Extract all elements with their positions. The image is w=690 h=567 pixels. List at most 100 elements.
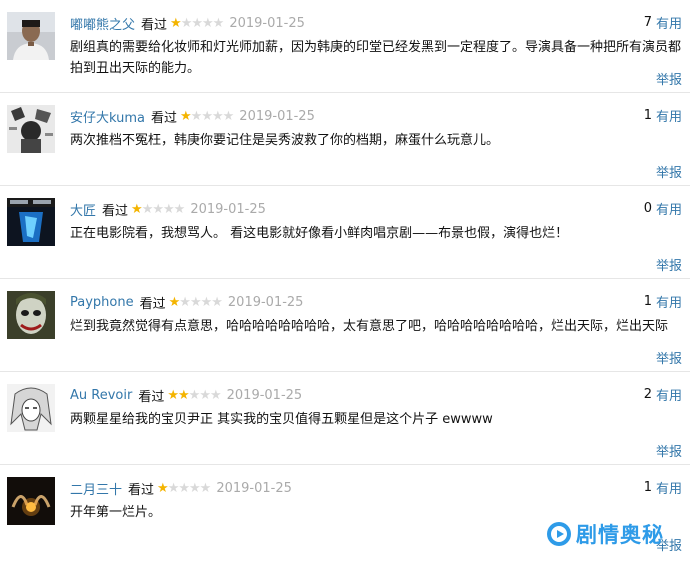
avatar[interactable] [7, 384, 55, 432]
avatar[interactable] [7, 12, 55, 60]
review-list: 嘟嘟熊之父 看过 ★ ★ ★ ★ ★ 2019-01-25 7 有用 剧组真的需… [0, 0, 690, 558]
star-filled-icon: ★ [157, 480, 169, 496]
star-empty-icon: ★ [199, 480, 212, 496]
user-link[interactable]: 安仔大kuma [70, 107, 145, 126]
watched-label: 看过 [128, 482, 155, 498]
useful-vote[interactable]: 7 有用 [644, 13, 682, 32]
review-date: 2019-01-25 [190, 201, 266, 217]
star-empty-icon: ★ [178, 480, 190, 496]
review-item: Au Revoir 看过 ★ ★ ★ ★ ★ 2019-01-25 2 有用 两… [0, 372, 690, 465]
rating-stars: ★ ★ ★ ★ ★ [131, 201, 186, 217]
review-date: 2019-01-25 [226, 387, 303, 403]
avatar-image-icon [7, 105, 55, 153]
star-empty-icon: ★ [179, 294, 191, 310]
star-empty-icon: ★ [163, 201, 175, 217]
star-empty-icon: ★ [199, 387, 211, 403]
play-logo-icon [547, 522, 571, 546]
review-item: Payphone 看过 ★ ★ ★ ★ ★ 2019-01-25 1 有用 烂到… [0, 279, 690, 372]
review-text: 剧组真的需要给化妆师和灯光师加薪，因为韩庚的印堂已经发黑到一定程度了。导演具备一… [70, 40, 682, 76]
avatar-image-icon [7, 477, 55, 525]
star-empty-icon: ★ [211, 294, 223, 310]
review-item: 大匠 看过 ★ ★ ★ ★ ★ 2019-01-25 0 有用 正在电影院看，我… [0, 186, 690, 279]
avatar-image-icon [7, 384, 55, 432]
user-link[interactable]: 大匠 [70, 200, 96, 219]
star-empty-icon: ★ [211, 108, 224, 124]
user-link[interactable]: 嘟嘟熊之父 [70, 14, 135, 33]
watched-label: 看过 [139, 296, 166, 312]
star-empty-icon: ★ [188, 387, 201, 403]
review-text: 两颗星星给我的宝贝尹正 其实我的宝贝值得五颗星但是这个片子 ewwww [70, 412, 493, 427]
star-empty-icon: ★ [209, 387, 222, 403]
useful-count: 7 [643, 15, 652, 30]
avatar[interactable] [7, 477, 55, 525]
review-date: 2019-01-25 [216, 480, 292, 496]
review-meta: Au Revoir 看过 ★ ★ ★ ★ ★ 2019-01-25 [70, 385, 302, 405]
user-link[interactable]: 二月三十 [70, 479, 122, 498]
review-date: 2019-01-25 [239, 108, 315, 124]
report-button[interactable]: 举报 [656, 255, 682, 274]
star-empty-icon: ★ [190, 108, 203, 124]
star-empty-icon: ★ [201, 108, 213, 124]
useful-vote[interactable]: 1 有用 [644, 292, 682, 311]
star-filled-icon: ★ [131, 201, 143, 217]
useful-count: 1 [643, 480, 652, 495]
review-item: 嘟嘟熊之父 看过 ★ ★ ★ ★ ★ 2019-01-25 7 有用 剧组真的需… [0, 0, 690, 93]
star-empty-icon: ★ [173, 201, 186, 217]
review-text: 正在电影院看，我想骂人。 看这电影就好像看小鲜肉唱京剧——布景也假，演得也烂！ [70, 226, 569, 241]
report-button[interactable]: 举报 [656, 441, 682, 460]
star-empty-icon: ★ [152, 201, 164, 217]
review-text: 烂到我竟然觉得有点意思，哈哈哈哈哈哈哈哈，太有意思了吧，哈哈哈哈哈哈哈哈，烂出天… [70, 319, 669, 334]
rating-stars: ★ ★ ★ ★ ★ [167, 387, 222, 403]
avatar[interactable] [7, 105, 55, 153]
avatar-image-icon [7, 198, 55, 246]
rating-stars: ★ ★ ★ ★ ★ [170, 15, 225, 31]
review-meta: 安仔大kuma 看过 ★ ★ ★ ★ ★ 2019-01-25 [70, 106, 315, 126]
star-filled-icon: ★ [168, 294, 181, 310]
watermark-text: 剧情奥秘 [576, 523, 664, 547]
star-empty-icon: ★ [180, 15, 193, 31]
useful-count: 2 [643, 387, 652, 402]
star-empty-icon: ★ [222, 108, 235, 124]
useful-button[interactable]: 有用 [656, 385, 682, 404]
rating-stars: ★ ★ ★ ★ ★ [168, 294, 223, 310]
review-meta: 嘟嘟熊之父 看过 ★ ★ ★ ★ ★ 2019-01-25 [70, 13, 305, 33]
watched-label: 看过 [151, 110, 178, 126]
rating-stars: ★ ★ ★ ★ ★ [157, 480, 212, 496]
star-empty-icon: ★ [191, 15, 203, 31]
useful-button[interactable]: 有用 [656, 478, 682, 497]
review-date: 2019-01-25 [229, 15, 305, 31]
star-empty-icon: ★ [212, 15, 225, 31]
star-empty-icon: ★ [202, 15, 214, 31]
useful-button[interactable]: 有用 [656, 199, 682, 218]
user-link[interactable]: Payphone [70, 295, 134, 310]
review-text: 两次推档不冤枉，韩庚你要记住是吴秀波救了你的档期，麻蛋什么玩意儿。 [70, 133, 500, 148]
review-meta: 二月三十 看过 ★ ★ ★ ★ ★ 2019-01-25 [70, 478, 292, 498]
review-date: 2019-01-25 [227, 294, 304, 310]
star-filled-icon: ★ [178, 387, 190, 403]
useful-button[interactable]: 有用 [656, 292, 682, 311]
report-button[interactable]: 举报 [656, 162, 682, 181]
useful-count: 1 [643, 294, 652, 309]
useful-vote[interactable]: 0 有用 [644, 199, 682, 218]
star-empty-icon: ★ [200, 294, 213, 310]
useful-count: 1 [643, 108, 652, 123]
useful-button[interactable]: 有用 [656, 106, 682, 125]
star-empty-icon: ★ [189, 294, 202, 310]
useful-vote[interactable]: 1 有用 [644, 478, 682, 497]
watched-label: 看过 [141, 17, 168, 33]
avatar-image-icon [7, 291, 55, 339]
star-filled-icon: ★ [170, 15, 182, 31]
useful-count: 0 [643, 201, 652, 216]
report-button[interactable]: 举报 [656, 69, 682, 88]
useful-vote[interactable]: 2 有用 [644, 385, 682, 404]
star-empty-icon: ★ [189, 480, 201, 496]
avatar[interactable] [7, 198, 55, 246]
report-button[interactable]: 举报 [656, 348, 682, 367]
rating-stars: ★ ★ ★ ★ ★ [180, 108, 235, 124]
useful-vote[interactable]: 1 有用 [644, 106, 682, 125]
avatar[interactable] [7, 291, 55, 339]
star-filled-icon: ★ [180, 108, 192, 124]
useful-button[interactable]: 有用 [656, 13, 682, 32]
watched-label: 看过 [102, 203, 129, 219]
user-link[interactable]: Au Revoir [70, 388, 132, 403]
